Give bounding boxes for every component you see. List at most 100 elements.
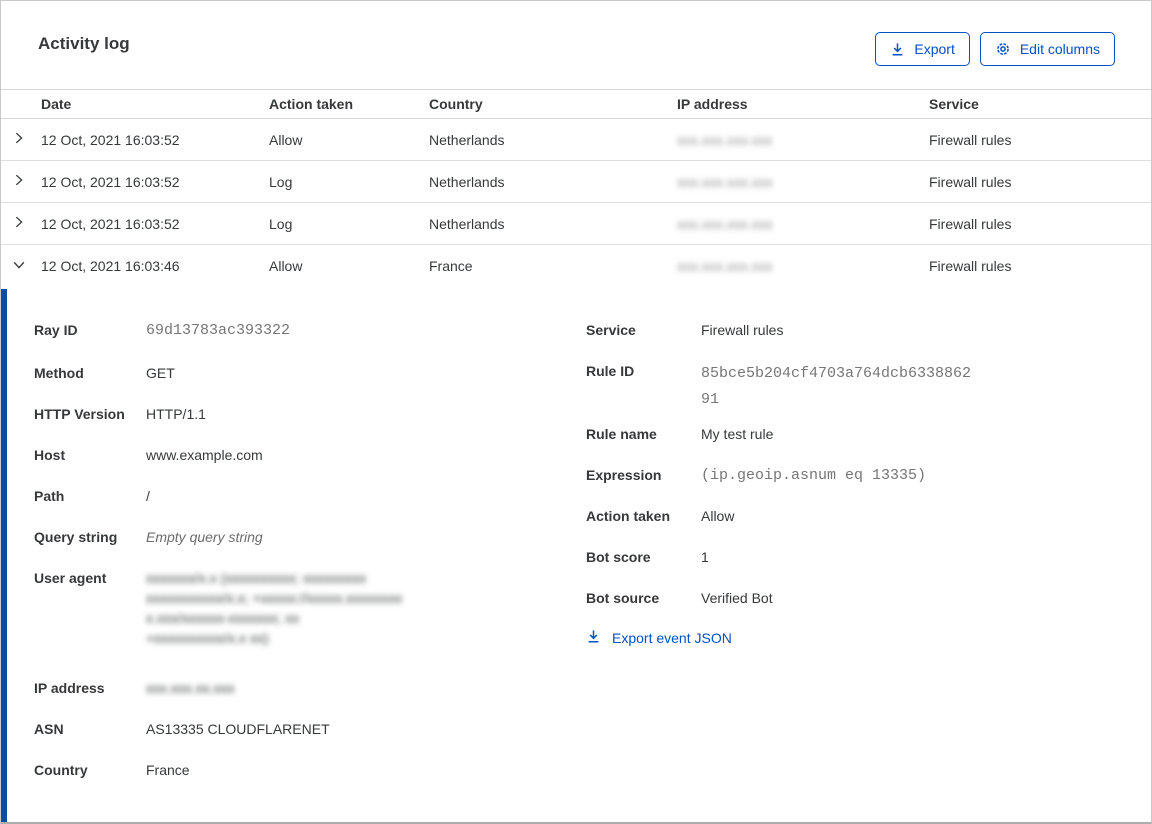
- chevron-right-icon[interactable]: [12, 215, 26, 232]
- field-value: France: [146, 762, 190, 778]
- export-event-json-label: Export event JSON: [612, 630, 732, 646]
- detail-field-country: Country France: [34, 760, 586, 780]
- row-service: Firewall rules: [929, 173, 1012, 190]
- chevron-right-icon[interactable]: [12, 131, 26, 148]
- field-value: Firewall rules: [701, 322, 784, 338]
- export-button[interactable]: Export: [875, 32, 970, 66]
- edit-columns-button-label: Edit columns: [1019, 41, 1100, 57]
- detail-field-action-taken: Action taken Allow: [586, 506, 1151, 526]
- row-date: 12 Oct, 2021 16:03:52: [41, 215, 180, 232]
- detail-field-user-agent: User agent xxxxxxx/x.x (xxxxxxxxxx; xxxx…: [34, 568, 586, 648]
- row-date: 12 Oct, 2021 16:03:52: [41, 131, 180, 148]
- activity-log-panel: Activity log Export Edit columns Date Ac…: [0, 0, 1152, 824]
- field-label: IP address: [34, 680, 105, 696]
- details-right-column: Service Firewall rules Rule ID 85bce5b20…: [586, 320, 1151, 822]
- column-header-ip-address: IP address: [677, 96, 748, 112]
- export-button-label: Export: [914, 41, 955, 57]
- row-action: Allow: [269, 131, 303, 148]
- field-value: (ip.geoip.asnum eq 13335): [701, 467, 927, 484]
- detail-field-rule-name: Rule name My test rule: [586, 424, 1151, 444]
- column-header-date: Date: [41, 96, 72, 112]
- row-country: France: [429, 258, 473, 274]
- field-label: ASN: [34, 721, 64, 737]
- field-value: www.example.com: [146, 447, 263, 463]
- field-value: HTTP/1.1: [146, 406, 206, 422]
- detail-field-host: Host www.example.com: [34, 445, 586, 465]
- field-label: Rule name: [586, 426, 657, 442]
- download-icon: [586, 629, 601, 647]
- field-label: Host: [34, 447, 66, 463]
- row-country: Netherlands: [429, 215, 505, 232]
- details-left-column: Ray ID 69d13783ac393322 Method GET HTTP …: [7, 320, 586, 822]
- detail-field-service: Service Firewall rules: [586, 320, 1151, 340]
- download-icon: [890, 42, 905, 57]
- redacted-ip-value: xxx.xxx.xxx.xxx: [677, 215, 773, 232]
- detail-field-query-string: Query string Empty query string: [34, 527, 586, 547]
- field-value: AS13335 CLOUDFLARENET: [146, 721, 330, 737]
- redacted-ip-value: xxx.xxx.xxx.xxx: [677, 131, 773, 148]
- detail-field-bot-source: Bot source Verified Bot: [586, 588, 1151, 608]
- field-value: 69d13783ac393322: [146, 322, 291, 339]
- redacted-user-agent-value: xxxxxxx/x.x (xxxxxxxxxx; xxxxxxxxx xxxxx…: [146, 570, 403, 646]
- redacted-ip-value: xxx.xxx.xxx.xxx: [677, 173, 773, 190]
- detail-field-path: Path /: [34, 486, 586, 506]
- field-label: Method: [34, 365, 84, 381]
- export-event-json-link[interactable]: Export event JSON: [586, 629, 732, 647]
- detail-field-ray-id: Ray ID 69d13783ac393322: [34, 320, 586, 342]
- field-value: Empty query string: [146, 529, 263, 545]
- detail-field-ip-address: IP address xxx.xxx.xx.xxx: [34, 678, 586, 698]
- detail-field-http-version: HTTP Version HTTP/1.1: [34, 404, 586, 424]
- edit-columns-button[interactable]: Edit columns: [979, 32, 1115, 66]
- redacted-ip-value: xxx.xxx.xx.xxx: [146, 680, 235, 696]
- field-value: 1: [701, 549, 709, 565]
- row-date: 12 Oct, 2021 16:03:52: [41, 173, 180, 190]
- column-header-country: Country: [429, 96, 483, 112]
- row-service: Firewall rules: [929, 215, 1012, 232]
- detail-field-asn: ASN AS13335 CLOUDFLARENET: [34, 719, 586, 739]
- field-value: /: [146, 488, 150, 504]
- field-label: Service: [586, 322, 636, 338]
- field-label: Path: [34, 488, 65, 504]
- field-value: 85bce5b204cf4703a764dcb633886291: [701, 365, 972, 408]
- field-label: Bot source: [586, 590, 660, 606]
- toolbar: Export Edit columns: [875, 32, 1115, 66]
- field-value: Verified Bot: [701, 590, 773, 606]
- detail-field-expression: Expression (ip.geoip.asnum eq 13335): [586, 465, 1151, 487]
- row-action: Allow: [269, 258, 303, 274]
- event-details-section: Ray ID 69d13783ac393322 Method GET HTTP …: [1, 289, 1151, 822]
- table-row[interactable]: 12 Oct, 2021 16:03:52 Log Netherlands xx…: [1, 161, 1151, 203]
- row-date: 12 Oct, 2021 16:03:46: [41, 258, 180, 274]
- row-service: Firewall rules: [929, 131, 1012, 148]
- field-label: Country: [34, 762, 88, 778]
- field-label: Query string: [34, 529, 118, 545]
- detail-field-bot-score: Bot score 1: [586, 547, 1151, 567]
- gear-icon: [995, 41, 1011, 57]
- field-label: User agent: [34, 570, 107, 586]
- column-header-service: Service: [929, 96, 979, 112]
- detail-field-method: Method GET: [34, 363, 586, 383]
- field-label: Bot score: [586, 549, 651, 565]
- row-country: Netherlands: [429, 173, 505, 190]
- row-country: Netherlands: [429, 131, 505, 148]
- redacted-ip-value: xxx.xxx.xxx.xxx: [677, 258, 773, 274]
- column-header-action: Action taken: [269, 96, 354, 112]
- page-title: Activity log: [38, 34, 130, 53]
- activity-log-table: Date Action taken Country IP address Ser…: [1, 89, 1151, 287]
- field-label: Rule ID: [586, 363, 635, 379]
- detail-field-rule-id: Rule ID 85bce5b204cf4703a764dcb633886291: [586, 361, 1151, 408]
- table-row-expanded[interactable]: 12 Oct, 2021 16:03:46 Allow France xxx.x…: [1, 245, 1151, 287]
- field-value: My test rule: [701, 426, 774, 442]
- field-value: GET: [146, 365, 175, 381]
- table-row[interactable]: 12 Oct, 2021 16:03:52 Allow Netherlands …: [1, 119, 1151, 161]
- field-label: Action taken: [586, 508, 671, 524]
- row-action: Log: [269, 173, 293, 190]
- row-service: Firewall rules: [929, 258, 1012, 274]
- field-label: Expression: [586, 467, 662, 483]
- row-action: Log: [269, 215, 293, 232]
- table-header-row: Date Action taken Country IP address Ser…: [1, 89, 1151, 119]
- chevron-down-icon[interactable]: [12, 258, 26, 275]
- chevron-right-icon[interactable]: [12, 173, 26, 190]
- field-label: Ray ID: [34, 322, 78, 338]
- field-value: Allow: [701, 508, 735, 524]
- table-row[interactable]: 12 Oct, 2021 16:03:52 Log Netherlands xx…: [1, 203, 1151, 245]
